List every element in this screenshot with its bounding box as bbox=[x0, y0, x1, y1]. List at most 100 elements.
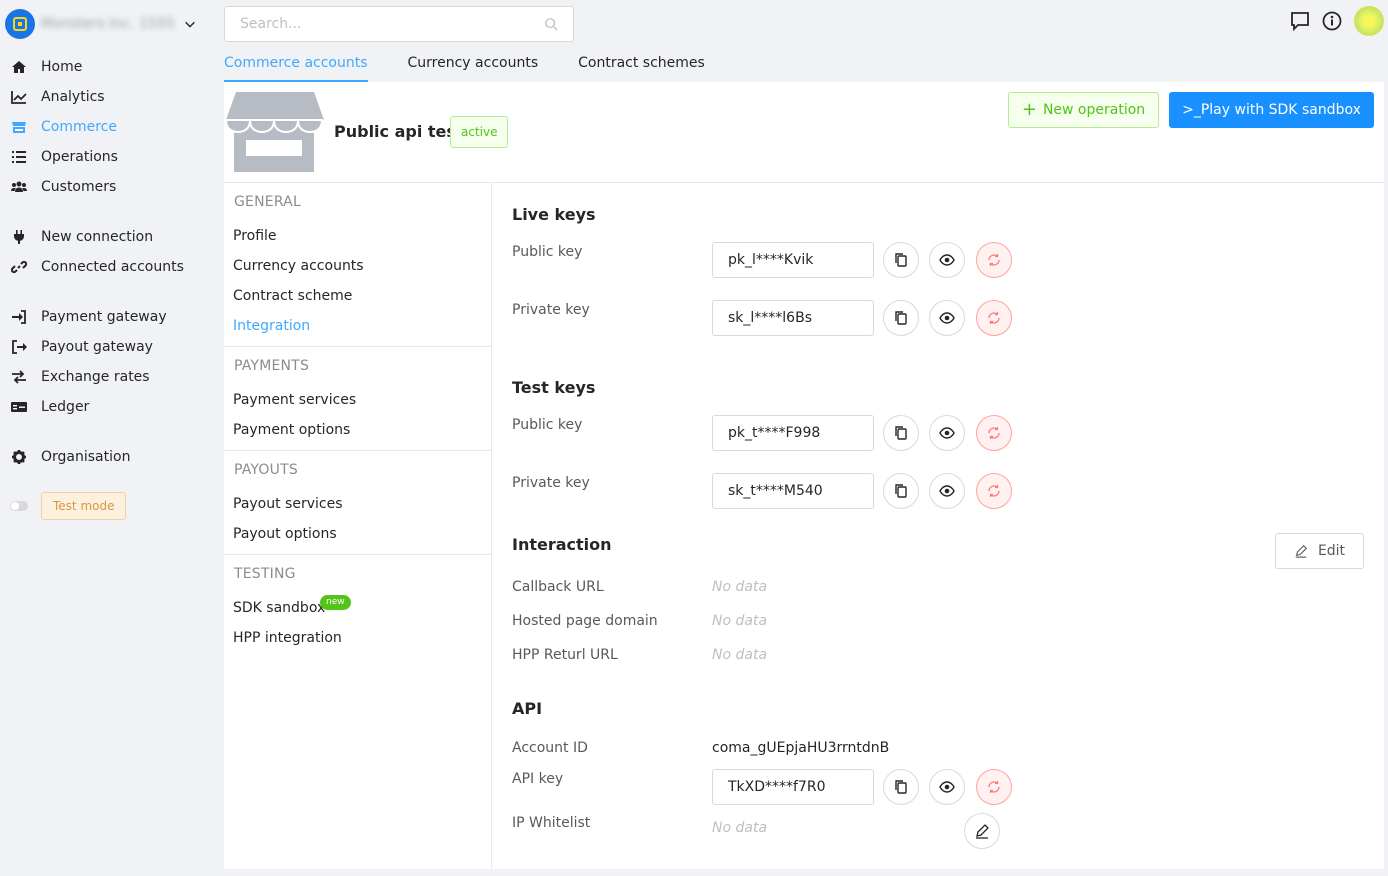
ip-whitelist-value: No data bbox=[712, 820, 768, 836]
sidebar-item-new-connection[interactable]: New connection bbox=[10, 226, 153, 248]
sidebar-item-label: Ledger bbox=[41, 399, 90, 415]
copy-icon bbox=[895, 311, 907, 325]
edit-ip-whitelist-button[interactable] bbox=[964, 813, 1000, 849]
copy-button[interactable] bbox=[883, 300, 919, 336]
eye-icon bbox=[939, 312, 955, 324]
test-public-key-field[interactable]: pk_t****F998 bbox=[712, 415, 874, 451]
eye-icon bbox=[939, 254, 955, 266]
subnav-heading: PAYMENTS bbox=[234, 358, 310, 374]
new-operation-button[interactable]: + New operation bbox=[1008, 92, 1159, 128]
subnav-item-integration[interactable]: Integration bbox=[224, 311, 491, 341]
regenerate-key-button[interactable] bbox=[976, 242, 1012, 278]
copy-button[interactable] bbox=[883, 769, 919, 805]
refresh-icon bbox=[988, 781, 1000, 793]
api-key-label: API key bbox=[512, 771, 564, 787]
avatar[interactable] bbox=[1354, 6, 1384, 36]
copy-button[interactable] bbox=[883, 415, 919, 451]
plug-icon bbox=[10, 229, 28, 245]
refresh-icon bbox=[988, 254, 1000, 266]
subnav-heading: GENERAL bbox=[234, 194, 301, 210]
copy-button[interactable] bbox=[883, 473, 919, 509]
subnav-group-payments: PAYMENTS Payment services Payment option… bbox=[224, 347, 491, 451]
sidebar-item-home[interactable]: Home bbox=[10, 56, 82, 78]
subnav-item-currency-accounts[interactable]: Currency accounts bbox=[224, 251, 491, 281]
section-title-live-keys: Live keys bbox=[512, 205, 596, 224]
subnav-item-profile[interactable]: Profile bbox=[224, 221, 491, 251]
sidebar-item-analytics[interactable]: Analytics bbox=[10, 86, 105, 108]
sidebar-item-exchange-rates[interactable]: Exchange rates bbox=[10, 366, 150, 388]
test-mode-badge[interactable]: Test mode bbox=[41, 492, 127, 520]
org-logo bbox=[5, 9, 35, 39]
subnav-item-payout-services[interactable]: Payout services bbox=[224, 489, 491, 519]
sidebar-item-ledger[interactable]: Ledger bbox=[10, 396, 89, 418]
live-public-key-field[interactable]: pk_l****Kvik bbox=[712, 242, 874, 278]
eye-icon bbox=[939, 427, 955, 439]
subnav-item-sdk-sandbox[interactable]: SDK sandbox new bbox=[224, 593, 491, 623]
regenerate-key-button[interactable] bbox=[976, 300, 1012, 336]
integration-content: Live keys Public key pk_l****Kvik Privat… bbox=[492, 183, 1384, 869]
account-panel: Public api test active + New operation >… bbox=[224, 82, 1384, 869]
show-key-button[interactable] bbox=[929, 415, 965, 451]
test-private-key-label: Private key bbox=[512, 475, 590, 491]
copy-button[interactable] bbox=[883, 242, 919, 278]
search-icon[interactable] bbox=[544, 17, 558, 31]
regenerate-key-button[interactable] bbox=[976, 473, 1012, 509]
show-key-button[interactable] bbox=[929, 242, 965, 278]
sidebar-item-commerce[interactable]: Commerce bbox=[10, 116, 117, 138]
subnav-item-payout-options[interactable]: Payout options bbox=[224, 519, 491, 549]
sidebar-item-organisation[interactable]: Organisation bbox=[10, 446, 130, 468]
ip-whitelist-label: IP Whitelist bbox=[512, 815, 591, 831]
pencil-icon bbox=[1295, 544, 1307, 558]
store-icon bbox=[10, 119, 28, 135]
subnav-group-payouts: PAYOUTS Payout services Payout options bbox=[224, 451, 491, 555]
sidebar-item-connected-accounts[interactable]: Connected accounts bbox=[10, 256, 184, 278]
chart-line-icon bbox=[10, 89, 28, 105]
tab-commerce-accounts[interactable]: Commerce accounts bbox=[224, 50, 368, 82]
home-icon bbox=[10, 59, 28, 75]
api-key-field[interactable]: TkXD****f7R0 bbox=[712, 769, 874, 805]
terminal-icon: >_ bbox=[1182, 102, 1201, 118]
gear-icon bbox=[10, 449, 28, 465]
subnav-item-label: SDK sandbox bbox=[233, 600, 326, 616]
sidebar-item-label: Operations bbox=[41, 149, 118, 165]
sidebar-item-operations[interactable]: Operations bbox=[10, 146, 118, 168]
sidebar-item-label: Commerce bbox=[41, 119, 117, 135]
org-switcher[interactable]: Monsters Inc. 1555 bbox=[5, 9, 197, 39]
hosted-page-domain-label: Hosted page domain bbox=[512, 613, 658, 629]
regenerate-key-button[interactable] bbox=[976, 769, 1012, 805]
edit-interaction-button[interactable]: Edit bbox=[1275, 533, 1364, 569]
status-badge: active bbox=[450, 116, 509, 148]
search-input[interactable] bbox=[240, 16, 544, 32]
show-key-button[interactable] bbox=[929, 300, 965, 336]
sidebar-item-label: Analytics bbox=[41, 89, 105, 105]
tab-currency-accounts[interactable]: Currency accounts bbox=[408, 50, 539, 82]
show-key-button[interactable] bbox=[929, 769, 965, 805]
sdk-sandbox-button[interactable]: >_ Play with SDK sandbox bbox=[1169, 92, 1374, 128]
test-mode-toggle[interactable] bbox=[10, 501, 28, 511]
test-private-key-field[interactable]: sk_t****M540 bbox=[712, 473, 874, 509]
subnav-item-hpp-integration[interactable]: HPP integration bbox=[224, 623, 491, 653]
section-title-interaction: Interaction bbox=[512, 535, 612, 554]
live-private-key-field[interactable]: sk_l****l6Bs bbox=[712, 300, 874, 336]
chat-icon[interactable] bbox=[1290, 11, 1310, 31]
copy-icon bbox=[895, 780, 907, 794]
sign-out-icon bbox=[10, 339, 28, 355]
subnav-item-contract-scheme[interactable]: Contract scheme bbox=[224, 281, 491, 311]
tab-contract-schemes[interactable]: Contract schemes bbox=[578, 50, 705, 82]
sidebar-item-label: Home bbox=[41, 59, 83, 75]
show-key-button[interactable] bbox=[929, 473, 965, 509]
copy-icon bbox=[895, 484, 907, 498]
subnav-item-payment-options[interactable]: Payment options bbox=[224, 415, 491, 445]
sidebar-item-payout-gateway[interactable]: Payout gateway bbox=[10, 336, 153, 358]
subnav-group-general: GENERAL Profile Currency accounts Contra… bbox=[224, 183, 491, 347]
plus-icon: + bbox=[1021, 99, 1037, 120]
subnav-item-payment-services[interactable]: Payment services bbox=[224, 385, 491, 415]
sidebar-item-label: Exchange rates bbox=[41, 369, 150, 385]
sidebar-item-customers[interactable]: Customers bbox=[10, 176, 116, 198]
test-public-key-label: Public key bbox=[512, 417, 583, 433]
info-icon[interactable] bbox=[1322, 11, 1342, 31]
hpp-return-url-label: HPP Returl URL bbox=[512, 647, 618, 663]
regenerate-key-button[interactable] bbox=[976, 415, 1012, 451]
sign-in-icon bbox=[10, 309, 28, 325]
sidebar-item-payment-gateway[interactable]: Payment gateway bbox=[10, 306, 167, 328]
